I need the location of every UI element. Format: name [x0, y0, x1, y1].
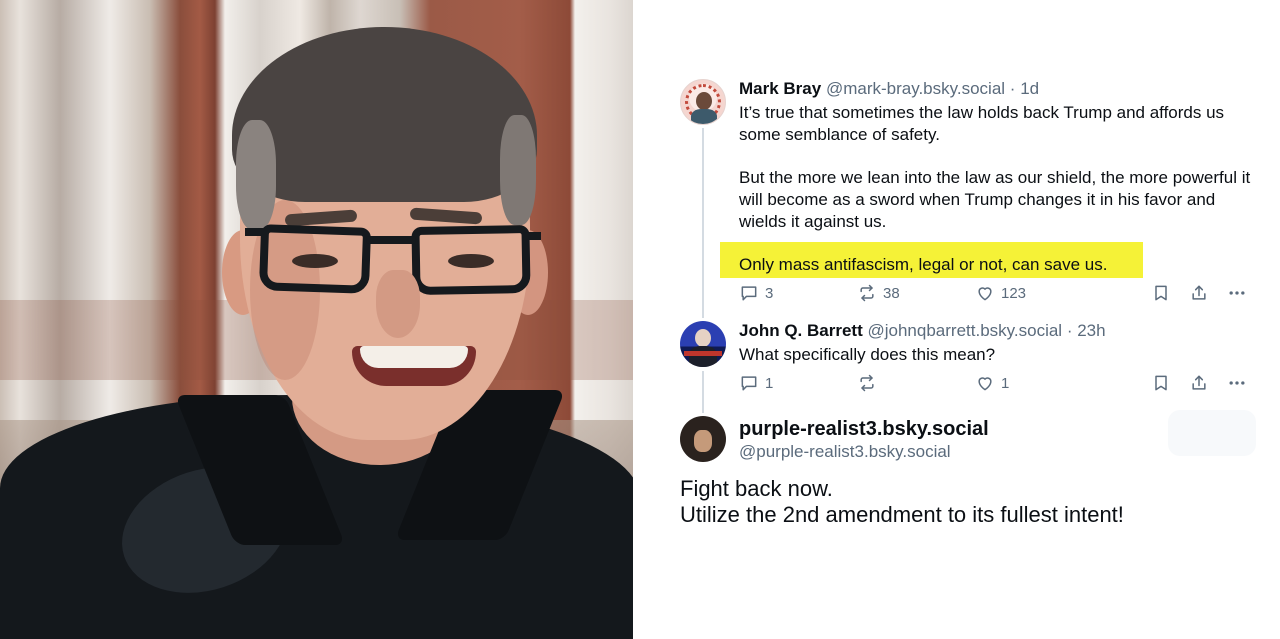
focused-post-text: Fight back now. Utilize the 2nd amendmen…	[680, 476, 1260, 528]
bookmark-icon	[1155, 285, 1167, 301]
share-icon	[1192, 285, 1206, 300]
bookmark-icon	[1155, 375, 1167, 391]
like-icon	[978, 377, 992, 391]
more-options-button[interactable]	[1227, 373, 1247, 393]
like-icon	[978, 287, 992, 301]
repost-icon	[860, 284, 874, 302]
reply-count: 1	[765, 374, 774, 392]
reply-icon	[741, 286, 757, 301]
repost-count: 38	[883, 284, 900, 302]
more-icon	[1229, 381, 1245, 385]
author-handle[interactable]: @johnqbarrett.bsky.social	[867, 321, 1062, 340]
like-count: 123	[1001, 284, 1027, 302]
author-handle[interactable]: @purple-realist3.bsky.social	[739, 442, 951, 462]
author-name[interactable]: Mark Bray	[739, 79, 821, 98]
like-button[interactable]: 123	[975, 283, 1026, 303]
post-text: What specifically does this mean?	[739, 345, 996, 364]
avatar[interactable]	[680, 79, 726, 125]
post-text: But the more we lean into the law as our…	[739, 168, 1251, 231]
post-actions: 1 1	[739, 373, 1255, 395]
share-button[interactable]	[1189, 283, 1209, 303]
like-count: 1	[1001, 374, 1010, 392]
post-header: John Q. Barrett @johnqbarrett.bsky.socia…	[739, 321, 1106, 341]
post-line: Utilize the 2nd amendment to its fullest…	[680, 502, 1124, 527]
reply-button[interactable]: 1	[739, 373, 773, 393]
share-button[interactable]	[1189, 373, 1209, 393]
post-time[interactable]: 1d	[1020, 79, 1039, 98]
like-button[interactable]: 1	[975, 373, 1009, 393]
post-header: Mark Bray @mark-bray.bsky.social · 1d	[739, 79, 1039, 99]
bookmark-button[interactable]	[1151, 283, 1171, 303]
avatar[interactable]	[680, 321, 726, 367]
author-name[interactable]: John Q. Barrett	[739, 321, 863, 340]
thread-connector	[702, 371, 704, 413]
reply-icon	[741, 376, 757, 391]
share-icon	[1192, 375, 1206, 390]
avatar[interactable]	[680, 416, 726, 462]
post-text-highlighted: Only mass antifascism, legal or not, can…	[739, 255, 1108, 274]
repost-button[interactable]	[857, 373, 883, 393]
repost-button[interactable]: 38	[857, 283, 900, 303]
post-actions: 3 38 123	[739, 283, 1255, 305]
separator: ·	[1009, 79, 1016, 98]
reply-button[interactable]: 3	[739, 283, 773, 303]
separator: ·	[1066, 321, 1073, 340]
portrait-photo	[0, 0, 633, 639]
bookmark-button[interactable]	[1151, 373, 1171, 393]
author-handle[interactable]: @mark-bray.bsky.social	[826, 79, 1005, 98]
post-line: Fight back now.	[680, 476, 833, 501]
follow-button[interactable]	[1168, 410, 1256, 456]
glasses	[258, 224, 372, 294]
thread-panel: Mark Bray @mark-bray.bsky.social · 1d It…	[633, 0, 1280, 639]
more-options-button[interactable]	[1227, 283, 1247, 303]
thread-connector	[702, 128, 704, 318]
author-name[interactable]: purple-realist3.bsky.social	[739, 417, 989, 441]
repost-icon	[860, 374, 874, 392]
reply-count: 3	[765, 284, 774, 302]
post-time[interactable]: 23h	[1077, 321, 1105, 340]
more-icon	[1229, 291, 1245, 295]
post-text: It’s true that sometimes the law holds b…	[739, 103, 1225, 144]
